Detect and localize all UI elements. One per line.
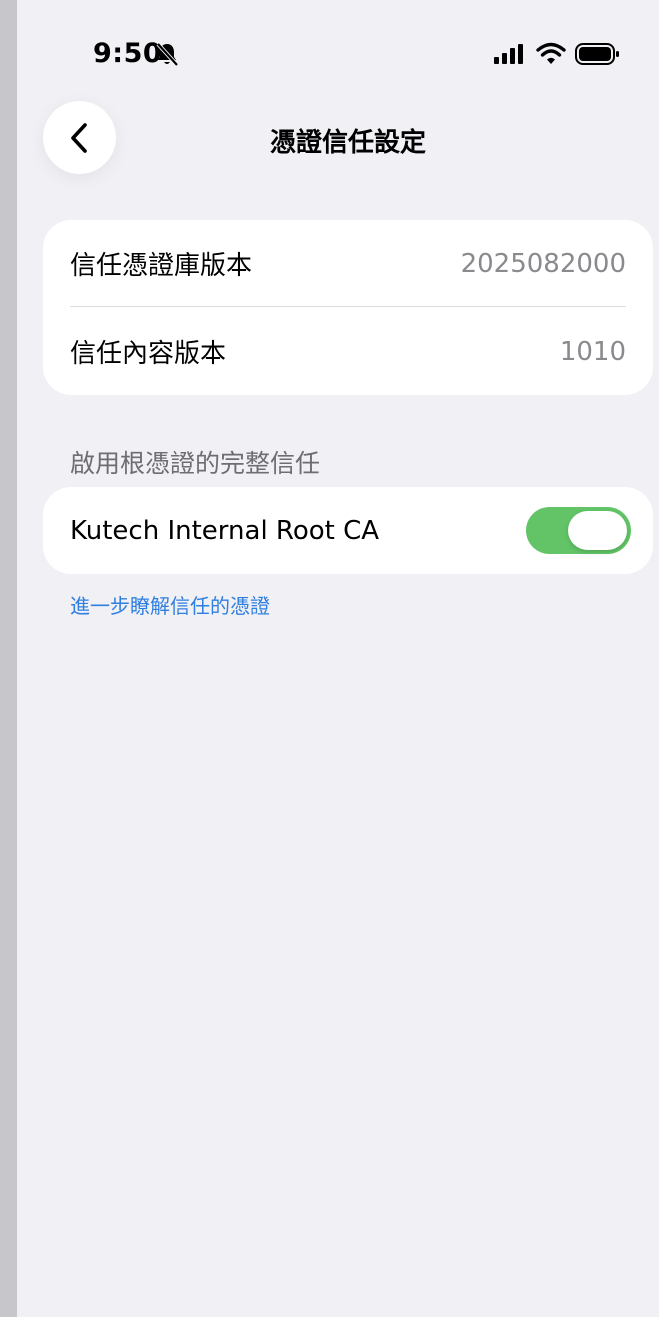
full-trust-toggle[interactable]	[526, 507, 631, 554]
section-header: 啟用根憑證的完整信任	[70, 449, 321, 478]
status-time: 9:50	[93, 38, 163, 69]
cellular-signal-icon	[494, 44, 523, 64]
page-title: 憑證信任設定	[269, 128, 426, 158]
trust-content-version-row: 信任內容版本 1010	[70, 308, 626, 395]
bell-slash-icon	[156, 42, 179, 67]
trust-store-version-row: 信任憑證庫版本 2025082000	[70, 220, 626, 307]
version-info-card: 信任憑證庫版本 2025082000 信任內容版本 1010	[43, 220, 653, 395]
row-value: 1010	[559, 336, 626, 367]
row-value: 2025082000	[460, 248, 626, 279]
row-label: 信任憑證庫版本	[70, 251, 253, 281]
toggle-knob	[568, 511, 627, 550]
root-certificate-card: Kutech Internal Root CA	[43, 487, 653, 574]
certificate-name: Kutech Internal Root CA	[70, 515, 380, 546]
row-label: 信任內容版本	[70, 339, 227, 369]
left-edge-strip	[0, 0, 17, 1317]
battery-icon	[575, 43, 619, 65]
settings-screen: 9:50 憑證信任設定 信任憑證庫版本 2025082000 信任內容版本 10…	[17, 0, 659, 1317]
learn-more-link[interactable]: 進一步瞭解信任的憑證	[70, 590, 270, 619]
divider	[70, 306, 626, 307]
wifi-icon	[536, 42, 566, 64]
